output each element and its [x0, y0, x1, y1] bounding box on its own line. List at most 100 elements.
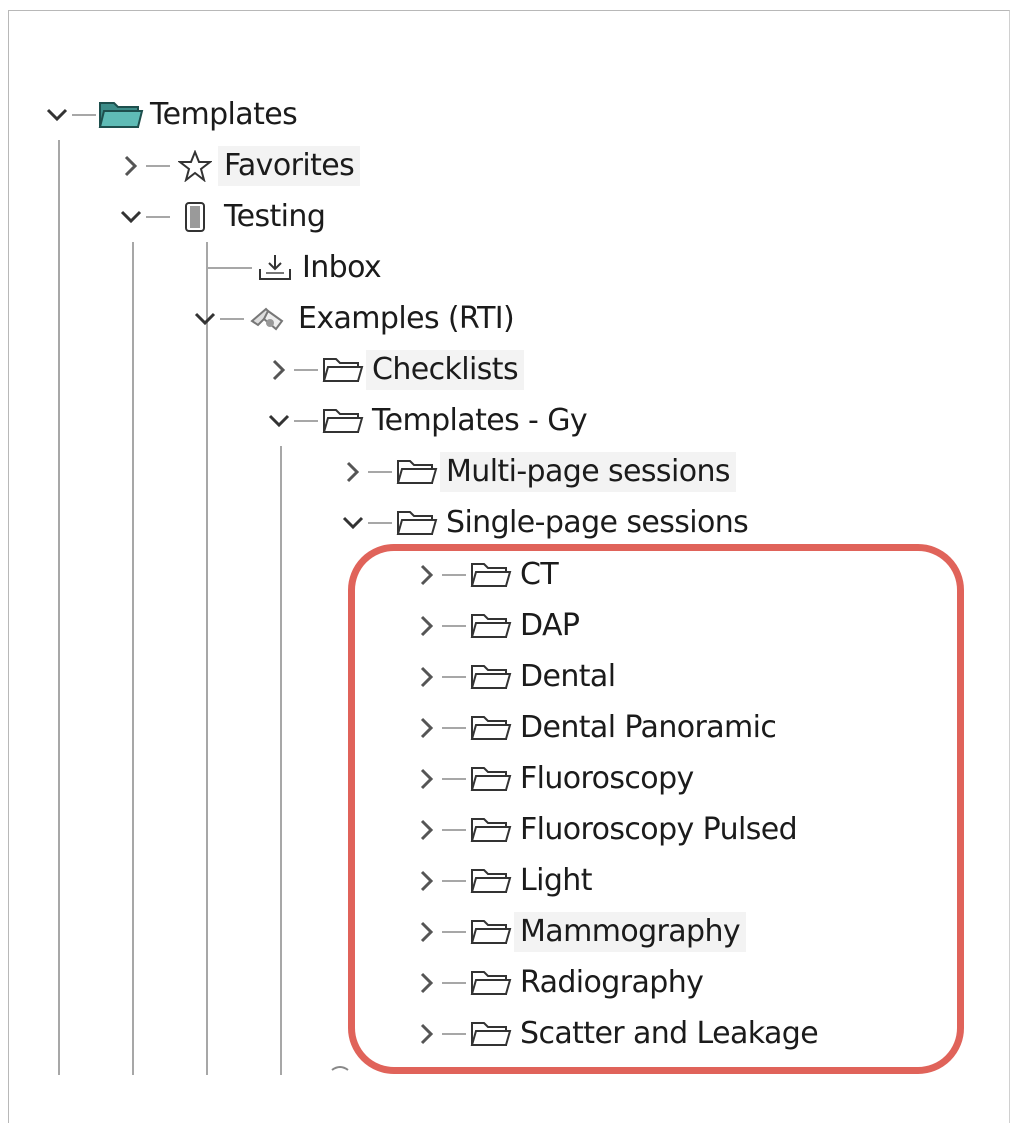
chevron-right-icon[interactable] — [412, 968, 442, 998]
chevron-right-icon[interactable] — [412, 917, 442, 947]
folder-icon — [468, 1016, 514, 1052]
tree-connector — [442, 625, 466, 627]
tree-node-label: Dental Panoramic — [520, 710, 777, 745]
tree-connector — [294, 420, 318, 422]
folder-icon — [468, 812, 514, 848]
folder-icon — [468, 863, 514, 899]
tree-connector — [442, 778, 466, 780]
tree-connector — [146, 165, 170, 167]
tree-node-mammography[interactable]: Mammography — [412, 910, 747, 954]
chevron-right-icon[interactable] — [412, 560, 442, 590]
folder-icon — [468, 965, 514, 1001]
chevron-right-icon[interactable] — [412, 713, 442, 743]
chevron-right-icon[interactable] — [264, 355, 294, 385]
shared-folder-icon — [246, 301, 292, 337]
chevron-right-icon[interactable] — [412, 662, 442, 692]
tree-node-label: CT — [520, 557, 559, 592]
tree-connector — [442, 727, 466, 729]
chevron-right-icon[interactable] — [412, 611, 442, 641]
tree-node-dental[interactable]: Dental — [412, 655, 621, 699]
tree-node-label: Dental — [520, 659, 616, 694]
chevron-right-icon[interactable] — [412, 764, 442, 794]
folder-icon — [320, 352, 366, 388]
tree-node-testing[interactable]: Testing — [116, 195, 331, 239]
folder-icon — [394, 454, 440, 490]
tree-node-checklists[interactable]: Checklists — [264, 348, 524, 392]
folder-icon — [468, 761, 514, 797]
tree-connector — [442, 931, 466, 933]
tree-node-label: Checklists — [366, 350, 524, 390]
database-icon — [172, 199, 218, 235]
folder-icon — [468, 608, 514, 644]
chevron-right-icon[interactable] — [412, 1019, 442, 1049]
tree-connector — [442, 676, 466, 678]
tree-node-inbox[interactable]: Inbox — [208, 246, 387, 290]
folder-icon — [394, 505, 440, 541]
tree-node-templates[interactable]: Templates — [42, 93, 303, 137]
tree-node-templates-gy[interactable]: Templates - Gy — [264, 399, 593, 443]
tree-node-scatter-and-leakage[interactable]: Scatter and Leakage — [412, 1012, 824, 1056]
chevron-down-icon[interactable] — [190, 304, 220, 334]
tree-node-label: Examples (RTI) — [298, 301, 515, 336]
tree-node-multi-page-sessions[interactable]: Multi-page sessions — [338, 450, 736, 494]
tree-node-label: Radiography — [520, 965, 704, 1000]
chevron-down-icon[interactable] — [116, 202, 146, 232]
tree-node-label: DAP — [520, 608, 580, 643]
tree-node-examples[interactable]: Examples (RTI) — [190, 297, 520, 341]
chevron-down-icon[interactable] — [42, 100, 72, 130]
tree-node-light[interactable]: Light — [412, 859, 598, 903]
folder-icon — [468, 914, 514, 950]
folder-icon — [468, 557, 514, 593]
tree-line-examples — [206, 242, 208, 1075]
tree-node-dental-panoramic[interactable]: Dental Panoramic — [412, 706, 782, 750]
inbox-icon — [254, 250, 296, 286]
tree-node-label: Fluoroscopy Pulsed — [520, 812, 798, 847]
tree-node-fluoroscopy[interactable]: Fluoroscopy — [412, 757, 700, 801]
tree-node-label: Templates — [150, 97, 298, 132]
tree-node-single-page-sessions[interactable]: Single-page sessions — [338, 501, 754, 545]
tree-node-dap[interactable]: DAP — [412, 604, 585, 648]
folder-icon — [320, 403, 366, 439]
folder-open-teal-icon — [98, 97, 144, 133]
tree-node-label: Scatter and Leakage — [520, 1016, 819, 1051]
tree-node-radiography[interactable]: Radiography — [412, 961, 709, 1005]
tree-node-label: Multi-page sessions — [440, 452, 736, 492]
tree-node-label: Fluoroscopy — [520, 761, 694, 796]
tree-node-fluoroscopy-pulsed[interactable]: Fluoroscopy Pulsed — [412, 808, 803, 852]
tree-node-label: Favorites — [218, 146, 361, 186]
folder-icon — [468, 659, 514, 695]
chevron-right-icon[interactable] — [116, 151, 146, 181]
tree-line-templates-gy — [280, 446, 282, 1075]
tree-node-favorites[interactable]: Favorites — [116, 144, 361, 188]
tree-connector — [442, 982, 466, 984]
folder-icon — [468, 710, 514, 746]
template-tree: Templates Favorites Testing Inbox Exampl… — [0, 0, 1017, 1129]
tree-connector — [442, 1033, 466, 1035]
tree-node-label: Light — [520, 863, 592, 898]
tree-connector — [368, 522, 392, 524]
tree-node-label: Single-page sessions — [446, 505, 749, 540]
tree-connector — [368, 471, 392, 473]
chevron-down-icon[interactable] — [264, 406, 294, 436]
chevron-right-icon[interactable] — [412, 815, 442, 845]
tree-connector — [220, 318, 244, 320]
tree-node-label: Mammography — [514, 912, 747, 952]
tree-connector — [442, 880, 466, 882]
tree-node-label: Testing — [224, 199, 326, 234]
tree-node-label: Templates - Gy — [372, 403, 588, 438]
tree-node-label: Inbox — [302, 250, 382, 285]
tree-connector — [146, 216, 170, 218]
tree-connector — [72, 114, 96, 116]
tree-connector — [442, 829, 466, 831]
tree-line-testing — [132, 242, 134, 1075]
tree-connector — [294, 369, 318, 371]
star-icon — [172, 148, 218, 184]
chevron-down-icon[interactable] — [338, 508, 368, 538]
tree-node-ct[interactable]: CT — [412, 553, 564, 597]
chevron-right-icon[interactable] — [338, 457, 368, 487]
tree-connector — [442, 574, 466, 576]
tree-connector — [208, 267, 252, 269]
cut-off-row-icon — [331, 1066, 349, 1071]
tree-line-root — [58, 140, 60, 1075]
chevron-right-icon[interactable] — [412, 866, 442, 896]
